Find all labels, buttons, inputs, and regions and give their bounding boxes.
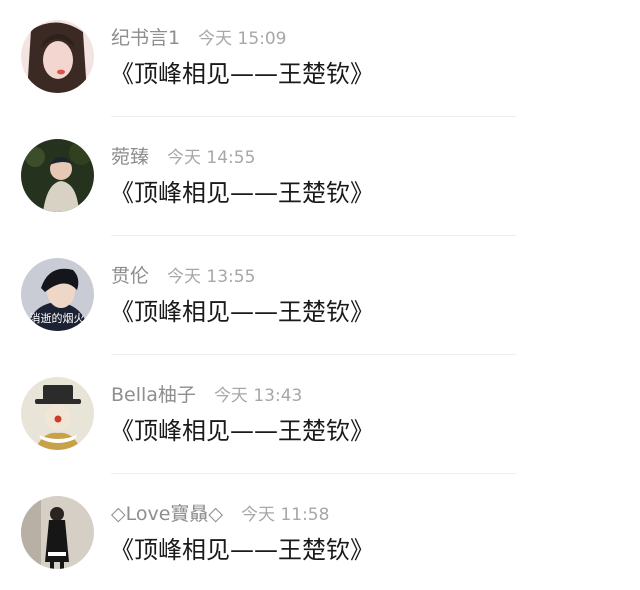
comment-text: 《顶峰相见——王楚钦》 — [110, 417, 374, 445]
username[interactable]: 贯伦 — [111, 265, 149, 287]
timestamp: 今天 14:55 — [167, 148, 256, 168]
avatar[interactable] — [21, 496, 94, 569]
divider — [111, 235, 516, 236]
avatar[interactable] — [21, 139, 94, 212]
comment-list: 纪书言1 今天 15:09 《顶峰相见——王楚钦》 菀臻 今天 14:55 《顶峰相… — [0, 0, 640, 590]
comment-text: 《顶峰相见——王楚钦》 — [110, 60, 374, 88]
avatar-boy-portrait-icon: 消逝的烟火 — [21, 258, 94, 331]
comment-meta: 菀臻 今天 14:55 — [111, 143, 255, 171]
avatar-person-outdoor-icon — [21, 139, 94, 212]
avatar-caption: 消逝的烟火 — [30, 311, 85, 325]
comment-item: ◇Love寶贔◇ 今天 11:58 《顶峰相见——王楚钦》 — [0, 476, 640, 590]
comment-item: 菀臻 今天 14:55 《顶峰相见——王楚钦》 — [0, 119, 640, 237]
divider — [111, 116, 516, 117]
comment-meta: ◇Love寶贔◇ 今天 11:58 — [111, 500, 329, 528]
comment-text: 《顶峰相见——王楚钦》 — [110, 298, 374, 326]
comment-item: Bella柚子 今天 13:43 《顶峰相见——王楚钦》 — [0, 357, 640, 475]
avatar-person-dark-room-icon — [21, 496, 94, 569]
avatar-clown-icon — [21, 377, 94, 450]
comment-meta: 纪书言1 今天 15:09 — [111, 24, 287, 52]
timestamp: 今天 11:58 — [241, 505, 330, 525]
divider — [111, 354, 516, 355]
username[interactable]: ◇Love寶贔◇ — [111, 503, 223, 525]
comment-meta: Bella柚子 今天 13:43 — [111, 381, 302, 409]
timestamp: 今天 13:55 — [167, 267, 256, 287]
timestamp: 今天 13:43 — [213, 386, 303, 406]
divider — [111, 473, 516, 474]
comment-text: 《顶峰相见——王楚钦》 — [110, 179, 374, 207]
avatar[interactable] — [21, 20, 94, 93]
username[interactable]: 菀臻 — [111, 146, 149, 168]
comment-item: 消逝的烟火 贯伦 今天 13:55 《顶峰相见——王楚钦》 — [0, 238, 640, 356]
avatar-girl-photo-icon — [21, 20, 94, 93]
comment-meta: 贯伦 今天 13:55 — [111, 262, 255, 290]
timestamp: 今天 15:09 — [198, 29, 287, 49]
avatar[interactable] — [21, 377, 94, 450]
username[interactable]: 纪书言1 — [111, 27, 180, 49]
username[interactable]: Bella柚子 — [111, 384, 196, 406]
comment-text: 《顶峰相见——王楚钦》 — [110, 536, 374, 564]
avatar[interactable]: 消逝的烟火 — [21, 258, 94, 331]
comment-item: 纪书言1 今天 15:09 《顶峰相见——王楚钦》 — [0, 0, 640, 118]
